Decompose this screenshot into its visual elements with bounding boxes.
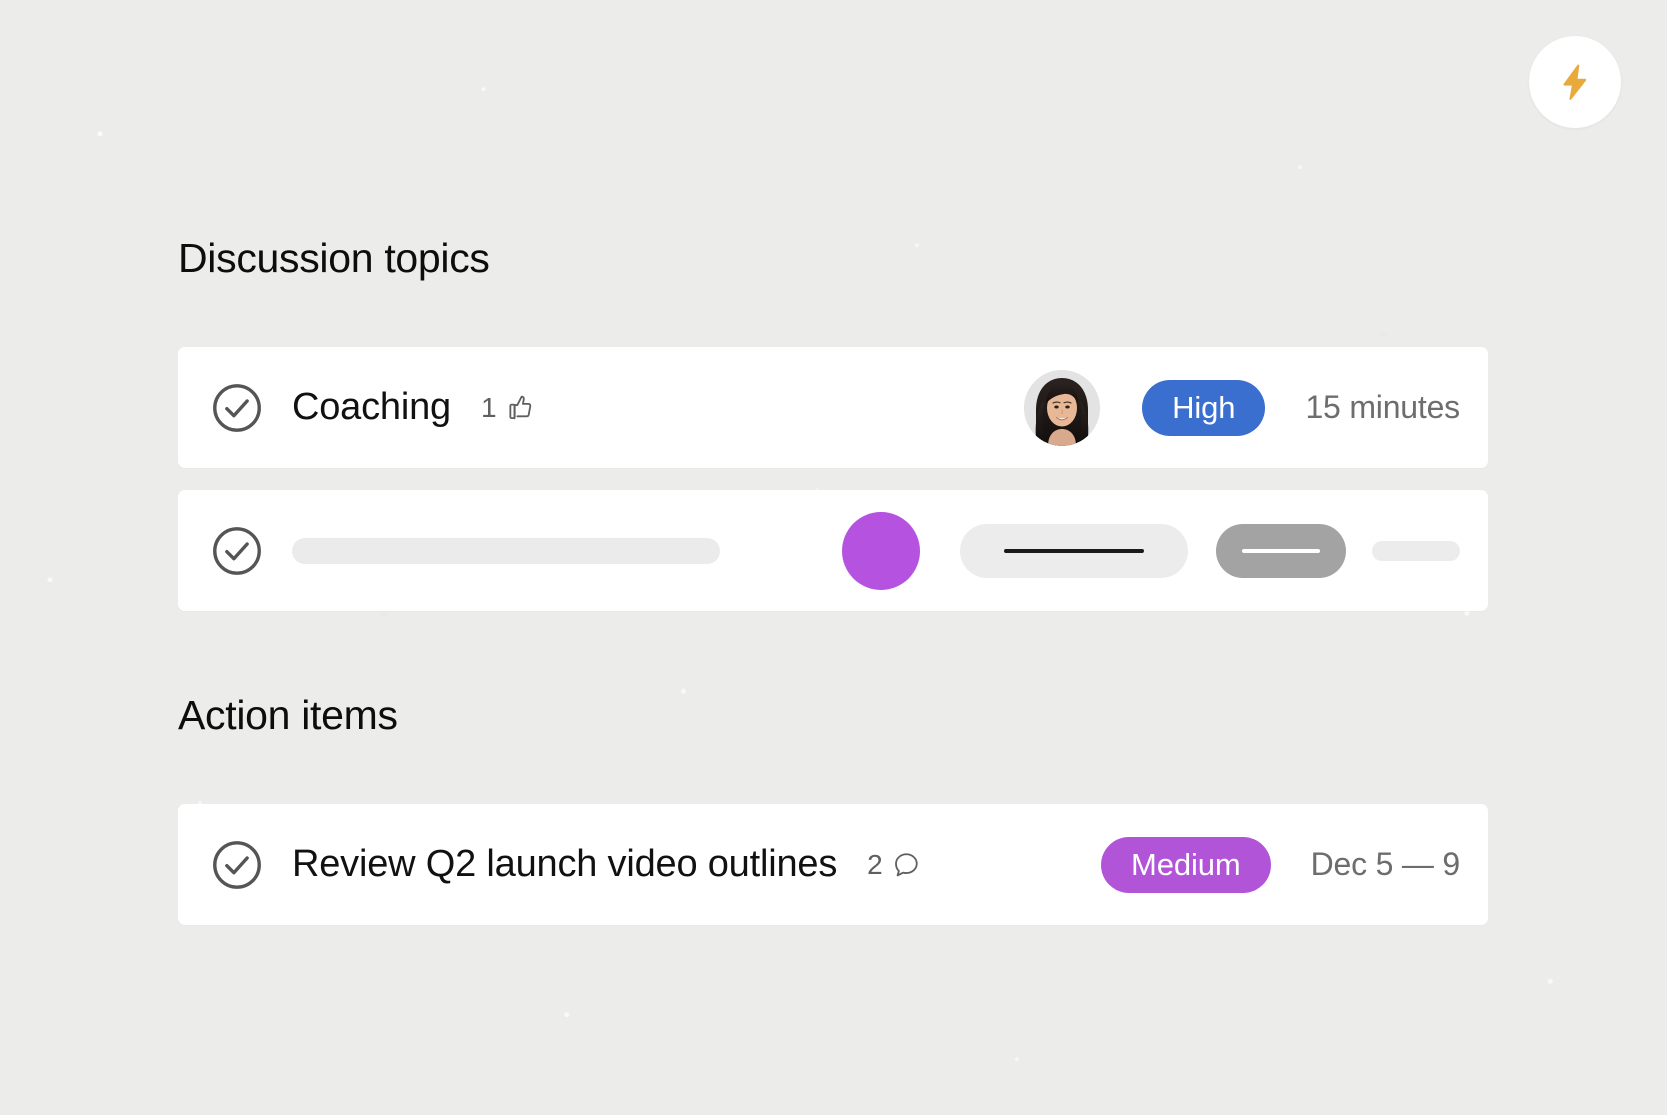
action-item-title: Review Q2 launch video outlines xyxy=(292,843,838,886)
lightning-bolt-icon xyxy=(1556,63,1594,101)
quick-action-button[interactable] xyxy=(1529,36,1621,128)
placeholder-badge-light[interactable] xyxy=(960,523,1188,578)
placeholder-avatar[interactable] xyxy=(842,511,920,590)
check-circle-icon[interactable] xyxy=(208,522,266,580)
reaction-count-label: 1 xyxy=(480,391,497,423)
thumbs-up-icon[interactable] xyxy=(506,393,535,422)
check-circle-icon[interactable] xyxy=(208,836,266,894)
section-title-discussion-topics: Discussion topics xyxy=(178,235,490,281)
action-item-row[interactable]: Review Q2 launch video outlines 2 Medium… xyxy=(178,804,1488,926)
assignee-avatar[interactable] xyxy=(1024,369,1101,446)
duration-label: 15 minutes xyxy=(1305,389,1460,426)
comment-bubble-icon[interactable] xyxy=(892,850,921,879)
placeholder-title-bar xyxy=(292,537,720,564)
discussion-topic-row[interactable]: Coaching 1 High 15 minutes xyxy=(178,347,1488,469)
discussion-topic-title: Coaching xyxy=(292,386,451,429)
reaction-count-group[interactable]: 1 xyxy=(481,392,535,424)
section-title-action-items: Action items xyxy=(178,692,398,739)
priority-badge[interactable]: Medium xyxy=(1100,836,1271,893)
date-range-label: Dec 5 — 9 xyxy=(1310,846,1461,883)
comment-count-group[interactable]: 2 xyxy=(867,849,921,881)
check-circle-icon[interactable] xyxy=(208,379,266,437)
placeholder-badge-line xyxy=(1242,548,1320,553)
page-content: Discussion topics Coaching 1 High 15 min… xyxy=(178,235,1488,926)
discussion-topic-placeholder-row[interactable] xyxy=(178,490,1488,612)
placeholder-badge-line xyxy=(1004,548,1144,553)
placeholder-badge-dark[interactable] xyxy=(1216,523,1346,578)
comment-count-label: 2 xyxy=(867,848,883,880)
priority-badge[interactable]: High xyxy=(1142,379,1266,436)
placeholder-meta-bar xyxy=(1372,540,1460,561)
